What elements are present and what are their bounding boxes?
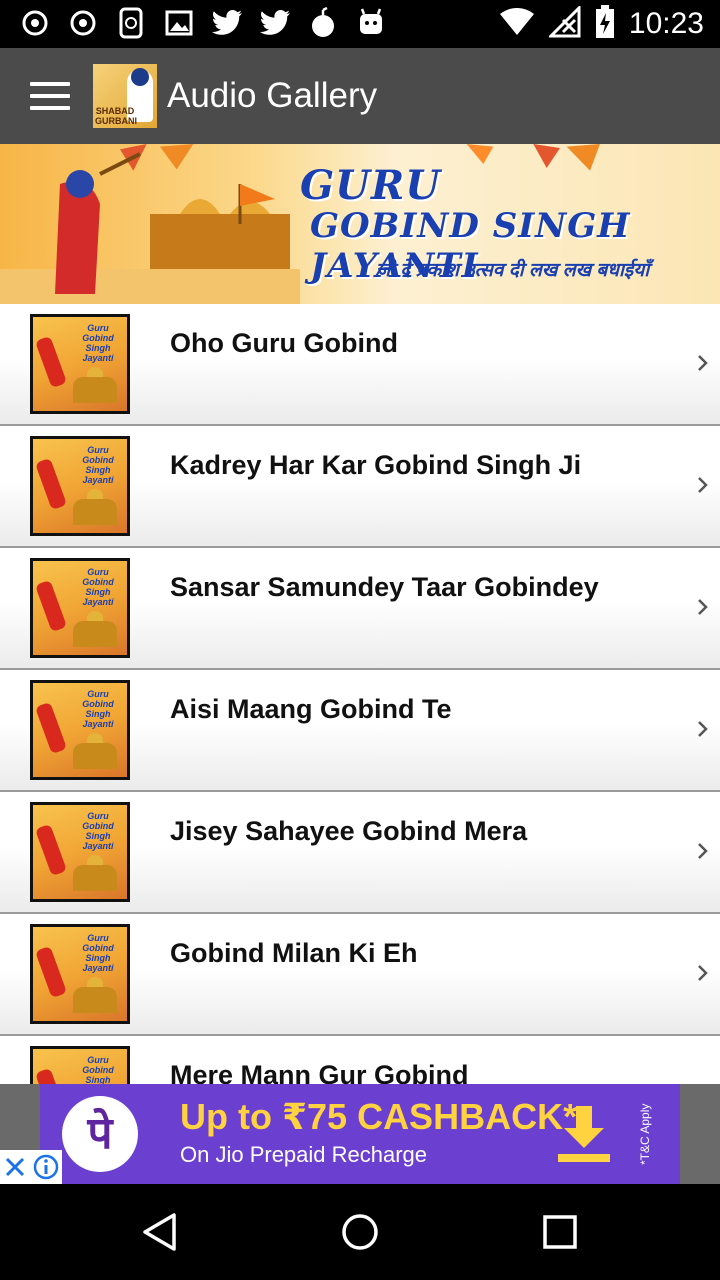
android-icon [354,6,388,40]
thumbnail-text: Guru Gobind Singh Jayanti [82,323,114,363]
thumbnail-text: Guru Gobind Singh Jayanti [82,445,114,485]
track-thumbnail: Guru Gobind Singh Jayanti [30,924,130,1024]
track-thumbnail: Guru Gobind Singh Jayanti [30,558,130,658]
thumbnail-temple [73,987,117,1013]
list-item[interactable]: Guru Gobind Singh Jayanti Jisey Sahayee … [0,792,720,914]
bomb-icon [306,6,340,40]
image-icon [162,6,196,40]
logo-text: SHABAD GURBANI [95,106,137,126]
list-item[interactable]: Guru Gobind Singh Jayanti Oho Guru Gobin… [0,304,720,426]
thumbnail-text: Guru Gobind Singh Jayanti [82,689,114,729]
wifi-icon [499,7,535,42]
track-title: Oho Guru Gobind [170,328,398,358]
app-icon [18,6,52,40]
list-item[interactable]: Guru Gobind Singh Jayanti Kadrey Har Kar… [0,426,720,548]
list-item[interactable]: Guru Gobind Singh Jayanti Sansar Samunde… [0,548,720,670]
list-item[interactable]: Guru Gobind Singh Jayanti Aisi Maang Gob… [0,670,720,792]
twitter-icon [210,6,244,40]
banner-title-line1: GURU [300,162,442,209]
notification-icons [18,6,388,40]
battery-charging-icon [595,4,615,44]
app-bar: SHABAD GURBANI Audio Gallery [0,48,720,144]
recents-icon[interactable] [540,1212,580,1252]
chevron-right-icon [698,721,708,737]
festival-banner: GURU GOBIND SINGH JAYANTI जी दे प्रकाश उ… [0,144,720,304]
hamburger-menu-button[interactable] [30,82,70,110]
thumbnail-figure [34,457,68,511]
thumbnail-temple [73,743,117,769]
ad-headline: Up to ₹75 CASHBACK* [180,1096,578,1137]
thumbnail-temple [73,621,117,647]
track-title: Jisey Sahayee Gobind Mera [170,816,528,846]
thumbnail-figure [34,823,68,877]
track-thumbnail: Guru Gobind Singh Jayanti [30,802,130,902]
thumbnail-figure [34,335,68,389]
thumbnail-figure [34,945,68,999]
back-icon[interactable] [140,1212,180,1252]
thumbnail-temple [73,499,117,525]
app-icon [66,6,100,40]
clock: 10:23 [628,7,704,40]
app-logo: SHABAD GURBANI [93,64,157,128]
thumbnail-temple [73,865,117,891]
menu-line [30,94,70,98]
thumbnail-text: Guru Gobind Singh Jayanti [82,811,114,851]
thumbnail-figure [34,701,68,755]
track-title: Sansar Samundey Taar Gobindey [170,572,599,602]
close-icon[interactable] [4,1156,26,1178]
ad-content[interactable]: पे Up to ₹75 CASHBACK* On Jio Prepaid Re… [40,1084,680,1184]
home-icon[interactable] [340,1212,380,1252]
chevron-right-icon [698,843,708,859]
track-thumbnail: Guru Gobind Singh Jayanti [30,314,130,414]
whatsapp-icon [114,6,148,40]
chevron-right-icon [698,965,708,981]
audio-list: Guru Gobind Singh Jayanti Oho Guru Gobin… [0,304,720,1158]
download-icon [558,1106,610,1162]
list-item[interactable]: Guru Gobind Singh Jayanti Gobind Milan K… [0,914,720,1036]
thumbnail-text: Guru Gobind Singh Jayanti [82,933,114,973]
ad-controls [0,1150,62,1184]
menu-line [30,106,70,110]
track-title: Aisi Maang Gobind Te [170,694,452,724]
status-bar: 10:23 [0,0,720,48]
phonepe-logo: पे [62,1096,138,1172]
track-title: Kadrey Har Kar Gobind Singh Ji [170,450,582,480]
no-signal-icon [547,3,581,43]
track-title: Gobind Milan Ki Eh [170,938,418,968]
logo-turban [131,68,149,86]
banner-subtitle: जी दे प्रकाश उत्सव दी लख लख बधाईयाँ [376,260,650,281]
chevron-right-icon [698,477,708,493]
ad-subtext: On Jio Prepaid Recharge [180,1142,428,1167]
track-thumbnail: Guru Gobind Singh Jayanti [30,436,130,536]
ad-banner[interactable]: पे Up to ₹75 CASHBACK* On Jio Prepaid Re… [0,1084,720,1184]
system-status: 10:23 [499,0,704,48]
thumbnail-figure [34,579,68,633]
menu-line [30,82,70,86]
golden-temple-illustration [0,152,300,304]
thumbnail-temple [73,377,117,403]
ad-terms: *T&C Apply [638,1103,652,1165]
twitter-icon [258,6,292,40]
info-icon[interactable] [33,1154,59,1180]
chevron-right-icon [698,355,708,371]
thumbnail-text: Guru Gobind Singh Jayanti [82,567,114,607]
system-nav-bar [0,1184,720,1280]
track-thumbnail: Guru Gobind Singh Jayanti [30,680,130,780]
page-title: Audio Gallery [167,76,378,115]
chevron-right-icon [698,599,708,615]
